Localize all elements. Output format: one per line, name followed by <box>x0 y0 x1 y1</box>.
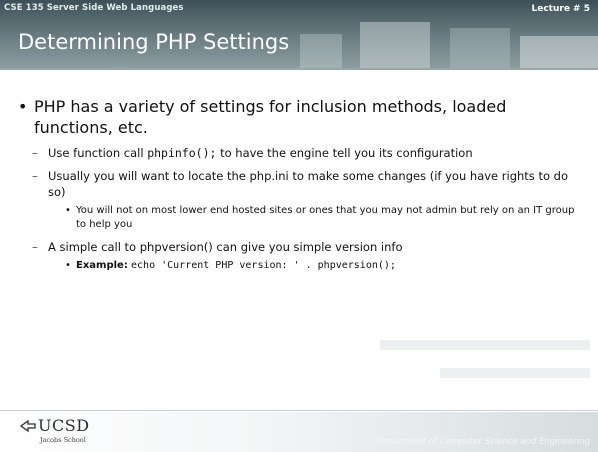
logo-name: UCSD <box>38 416 90 435</box>
sub-bullet-text-suffix: to have the engine tell you its configur… <box>216 146 473 160</box>
slide-content: • PHP has a variety of settings for incl… <box>14 96 584 273</box>
ucsd-logo: UCSD Jacobs School <box>20 416 120 446</box>
bullet-item: • PHP has a variety of settings for incl… <box>14 96 584 138</box>
department-name: Department of Computer Science and Engin… <box>374 437 590 447</box>
dash-icon: – <box>32 169 38 183</box>
header-decoration <box>450 28 510 68</box>
sub-bullet-item: – Usually you will want to locate the ph… <box>14 168 584 200</box>
background-decoration <box>440 368 590 378</box>
header-decoration <box>360 22 430 68</box>
trident-icon <box>20 419 36 433</box>
bullet-dot-icon: • <box>18 97 28 116</box>
bullet-dot-icon: • <box>65 205 71 216</box>
sub-sub-bullet-item: • Example: echo 'Current PHP version: ' … <box>14 259 584 273</box>
sub-bullet-text: Usually you will want to locate the php.… <box>48 169 568 199</box>
sub-bullet-item: – Use function call phpinfo(); to have t… <box>14 145 584 161</box>
logo-subtitle: Jacobs School <box>40 436 86 444</box>
sub-sub-bullet-text: You will not on most lower end hosted si… <box>76 205 575 230</box>
slide-title: Determining PHP Settings <box>18 30 290 54</box>
background-decoration <box>380 340 590 350</box>
dash-icon: – <box>32 240 38 254</box>
slide: CSE 135 Server Side Web Languages Lectur… <box>0 0 598 452</box>
sub-bullet-item: – A simple call to phpversion() can give… <box>14 239 584 255</box>
code-snippet: echo 'Current PHP version: ' . phpversio… <box>131 260 396 271</box>
slide-header: CSE 135 Server Side Web Languages Lectur… <box>0 0 598 68</box>
header-decoration <box>300 34 342 68</box>
header-decoration <box>520 36 598 68</box>
lecture-number: Lecture # 5 <box>531 4 591 14</box>
sub-bullet-text-prefix: Use function call <box>48 146 148 160</box>
bullet-text: PHP has a variety of settings for inclus… <box>34 97 507 137</box>
header-divider <box>0 68 598 70</box>
course-title: CSE 135 Server Side Web Languages <box>4 3 184 13</box>
code-snippet: phpinfo(); <box>147 146 217 160</box>
example-label: Example: <box>76 260 128 271</box>
dash-icon: – <box>32 146 38 160</box>
sub-bullet-text: A simple call to phpversion() can give y… <box>48 240 403 254</box>
footer-divider <box>0 410 598 411</box>
sub-sub-bullet-item: • You will not on most lower end hosted … <box>14 204 584 232</box>
bullet-dot-icon: • <box>65 260 71 271</box>
